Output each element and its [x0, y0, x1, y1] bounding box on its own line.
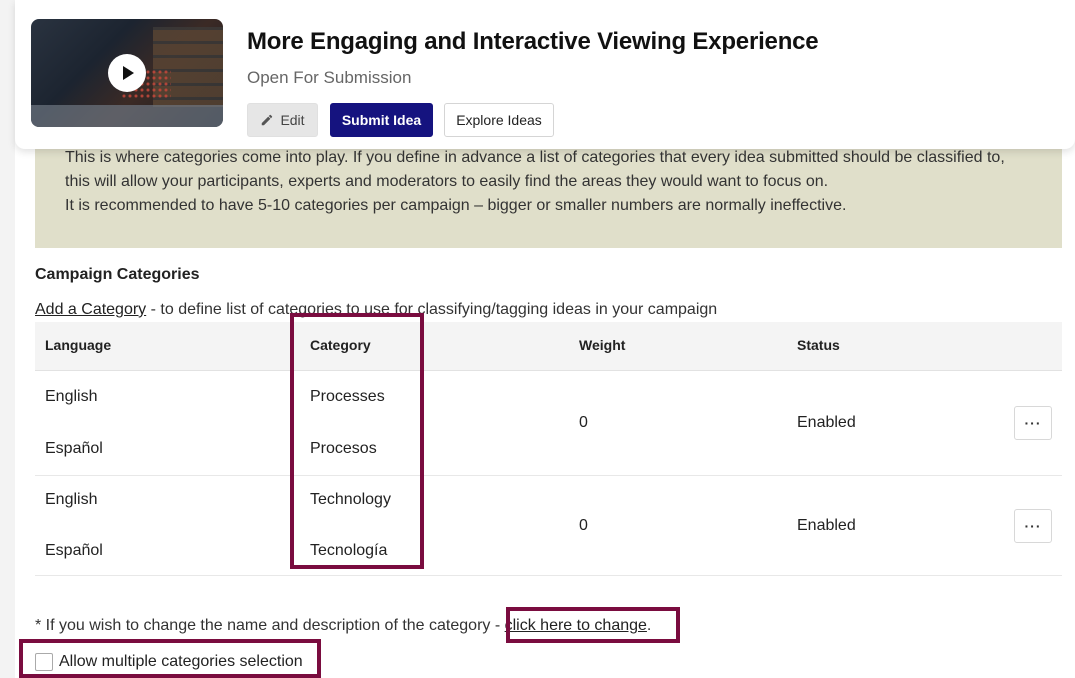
more-options-button[interactable]: ··· — [1014, 509, 1052, 543]
change-category-note: * If you wish to change the name and des… — [35, 617, 651, 635]
campaign-status: Open For Submission — [247, 68, 412, 87]
submit-idea-button[interactable]: Submit Idea — [330, 103, 433, 137]
pencil-icon — [262, 114, 273, 126]
row-category: Processes — [310, 388, 385, 405]
notice-line-1: This is where categories come into play.… — [65, 149, 1005, 166]
left-gutter — [0, 0, 15, 678]
add-category-description: - to define list of categories to use fo… — [146, 301, 718, 318]
campaign-thumbnail[interactable] — [31, 19, 223, 127]
notice-line-3: It is recommended to have 5-10 categorie… — [65, 197, 847, 214]
table-header: Language Category Weight Status — [35, 322, 1062, 371]
header-weight: Weight — [579, 337, 626, 353]
row-category: Technology — [310, 491, 391, 508]
header-language: Language — [45, 337, 112, 353]
footnote-period: . — [646, 617, 652, 634]
row-category: Tecnología — [310, 542, 388, 559]
header-status: Status — [797, 337, 840, 353]
campaign-title: More Engaging and Interactive Viewing Ex… — [247, 28, 819, 55]
play-icon[interactable] — [108, 54, 146, 92]
footnote-text: * If you wish to change the name and des… — [35, 617, 505, 634]
row-language: Español — [45, 542, 103, 559]
notice-line-2: this will allow your participants, exper… — [65, 173, 829, 190]
multiple-categories-checkbox[interactable] — [35, 653, 53, 671]
campaign-header: More Engaging and Interactive Viewing Ex… — [15, 0, 1075, 149]
more-options-button[interactable]: ··· — [1014, 406, 1052, 440]
row-divider — [35, 575, 1062, 576]
click-here-to-change-link[interactable]: click here to change — [505, 617, 647, 634]
row-status: Enabled — [797, 517, 856, 534]
edit-button[interactable]: Edit — [247, 103, 318, 137]
add-category-line: Add a Category - to define list of categ… — [35, 301, 717, 319]
header-category: Category — [310, 337, 371, 353]
multiple-categories-option[interactable]: Allow multiple categories selection — [35, 653, 303, 671]
row-weight: 0 — [579, 414, 588, 431]
row-divider — [35, 475, 1062, 476]
row-language: English — [45, 388, 98, 405]
explore-ideas-button[interactable]: Explore Ideas — [444, 103, 554, 137]
row-language: English — [45, 491, 98, 508]
row-category: Procesos — [310, 440, 377, 457]
row-language: Español — [45, 440, 103, 457]
edit-label: Edit — [280, 112, 305, 128]
row-status: Enabled — [797, 414, 856, 431]
row-weight: 0 — [579, 517, 588, 534]
section-title: Campaign Categories — [35, 266, 200, 283]
add-category-link[interactable]: Add a Category — [35, 301, 146, 318]
multiple-categories-label: Allow multiple categories selection — [59, 653, 303, 670]
